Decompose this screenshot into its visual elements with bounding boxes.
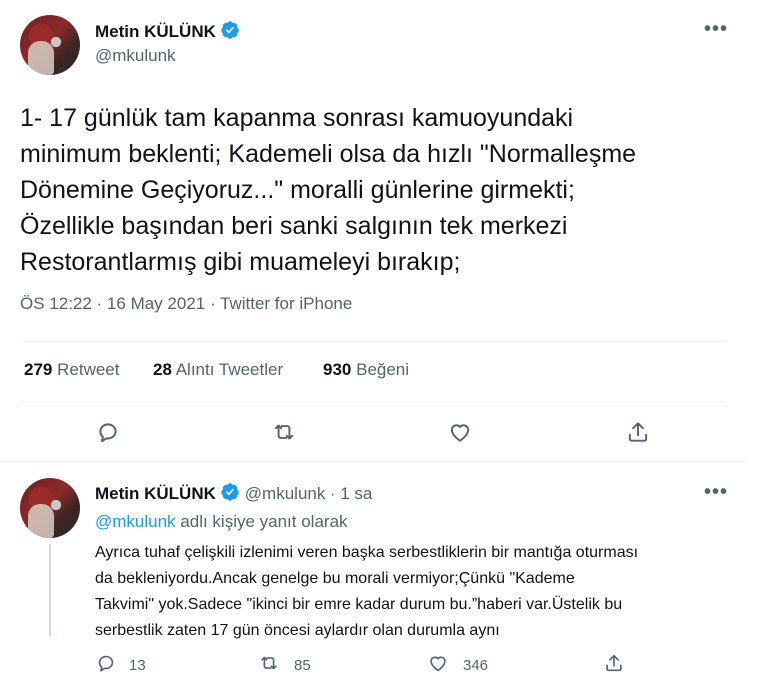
verified-badge-icon <box>220 482 240 502</box>
reply-action-like[interactable]: 346 <box>427 652 488 679</box>
tweet-text-line: Özellikle başından beri sanki salgının t… <box>20 212 568 240</box>
tweet-text-line: 1- 17 günlük tam kapanma sonrası kamuoyu… <box>20 104 574 132</box>
thread-line <box>49 544 51 636</box>
tweet-text-line: minimum beklenti; Kademeli olsa da hızlı… <box>20 140 637 168</box>
reply-text-line: Ayrıca tuhaf çelişkili izlenimi veren ba… <box>95 544 639 561</box>
retweet-stat[interactable]: 279 Retweet <box>24 360 119 380</box>
share-icon[interactable] <box>603 652 625 679</box>
author-name-row: Metin KÜLÜNK <box>95 20 240 42</box>
replying-to: @mkulunk adlı kişiye yanıt olarak <box>95 512 348 532</box>
reply-icon[interactable] <box>95 652 117 679</box>
reply-text-line: Takvimi" yok.Sadece "ikinci bir emre kad… <box>95 596 623 613</box>
reply-text-line: serbestlik zaten 17 gün öncesi aylardır … <box>95 622 500 639</box>
retweet-count: 279 <box>24 360 53 379</box>
like-icon[interactable] <box>427 652 449 679</box>
tweet-timestamp[interactable]: ÖS 12:22 · 16 May 2021 · Twitter for iPh… <box>20 294 352 314</box>
reply-text-line: da bekleniyordu.Ancak genelge bu morali … <box>95 570 575 587</box>
tweet-text-line: Dönemine Geçiyoruz..." moralli günlerine… <box>20 176 575 204</box>
like-count: 346 <box>463 657 489 674</box>
reply-icon[interactable] <box>95 419 121 450</box>
divider <box>0 461 746 462</box>
retweet-icon[interactable] <box>258 652 280 679</box>
verified-badge-icon <box>220 20 240 40</box>
reply-action-retweet[interactable]: 85 <box>258 652 311 679</box>
reply-text: Ayrıca tuhaf çelişkili izlenimi veren ba… <box>95 540 735 644</box>
likes-stat[interactable]: 930 Beğeni <box>323 360 409 380</box>
reply-to-link[interactable]: @mkulunk <box>95 512 176 531</box>
more-options-icon[interactable]: ••• <box>704 18 728 41</box>
tweet-text: 1- 17 günlük tam kapanma sonrası kamuoyu… <box>20 100 740 280</box>
retweet-count: 85 <box>294 657 311 674</box>
quote-tweets-stat[interactable]: 28 Alıntı Tweetler <box>153 360 283 380</box>
reply-author-handle[interactable]: @mkulunk <box>245 484 326 503</box>
author-name[interactable]: Metin KÜLÜNK <box>95 22 216 41</box>
reply-to-suffix: adlı kişiye yanıt olarak <box>175 512 348 531</box>
reply-count: 13 <box>129 657 146 674</box>
like-label: Beğeni <box>356 360 410 379</box>
reply-time[interactable]: · 1 sa <box>330 484 373 503</box>
quote-label: Alıntı Tweetler <box>175 360 284 379</box>
retweet-icon[interactable] <box>271 419 297 450</box>
reply-action-comment[interactable]: 13 <box>95 652 146 679</box>
like-icon[interactable] <box>447 419 473 450</box>
author-handle[interactable]: @mkulunk <box>95 46 176 66</box>
reply-author-avatar[interactable] <box>20 478 80 538</box>
reply-author-name[interactable]: Metin KÜLÜNK <box>95 484 216 503</box>
like-count: 930 <box>323 360 352 379</box>
divider <box>20 401 726 402</box>
retweet-label: Retweet <box>57 360 120 379</box>
quote-count: 28 <box>153 360 172 379</box>
author-avatar[interactable] <box>20 15 80 75</box>
divider <box>20 341 726 342</box>
more-options-icon[interactable]: ••• <box>704 481 728 504</box>
tweet-text-line: Restorantlarmış gibi muameleyi bırakıp; <box>20 248 461 276</box>
share-icon[interactable] <box>625 419 651 450</box>
reply-header: Metin KÜLÜNK @mkulunk · 1 sa <box>95 482 372 504</box>
